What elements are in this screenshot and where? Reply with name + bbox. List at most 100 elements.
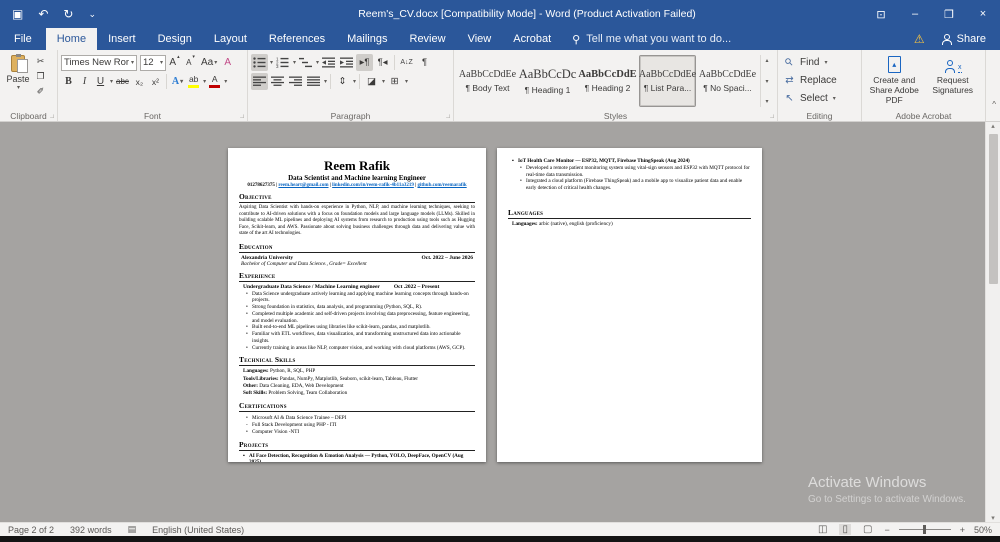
tab-design[interactable]: Design (147, 28, 203, 50)
font-color-dropdown-icon[interactable]: ▾ (224, 78, 227, 85)
close-button[interactable]: × (966, 0, 1000, 28)
cut-icon[interactable]: ✂ (33, 55, 48, 68)
align-center-button[interactable] (269, 73, 286, 90)
scroll-down-icon[interactable]: ▾ (991, 514, 995, 522)
styles-dialog-launcher[interactable]: ∟ (769, 114, 775, 120)
tab-layout[interactable]: Layout (203, 28, 258, 50)
decrease-indent-button[interactable] (320, 54, 337, 71)
font-size-combo[interactable]: 12 ▾ (140, 54, 166, 71)
multilevel-list-button[interactable] (297, 54, 314, 71)
line-spacing-button[interactable]: ⇕ (334, 73, 351, 90)
paragraph-dialog-launcher[interactable]: ∟ (445, 114, 451, 120)
styles-scroll-down-icon[interactable]: ▾ (761, 76, 773, 87)
borders-dropdown-icon[interactable]: ▾ (405, 78, 408, 85)
styles-more-icon[interactable]: ▾ (761, 96, 773, 107)
sort-button[interactable]: A↓Z (398, 54, 415, 71)
font-color-button[interactable]: A (207, 73, 222, 90)
tab-file[interactable]: File (0, 28, 46, 50)
undo-icon[interactable]: ↶ (38, 8, 48, 20)
zoom-level[interactable]: 50% (974, 525, 992, 535)
shading-dropdown-icon[interactable]: ▾ (382, 78, 385, 85)
font-dialog-launcher[interactable]: ∟ (239, 114, 245, 120)
zoom-out-icon[interactable]: − (884, 525, 889, 535)
minimize-button[interactable]: – (898, 0, 932, 28)
clipboard-dialog-launcher[interactable]: ∟ (49, 114, 55, 120)
underline-dropdown-icon[interactable]: ▾ (110, 78, 113, 85)
replace-button[interactable]: ⇄ Replace (781, 71, 858, 89)
style-list-paragraph[interactable]: AaBbCcDdEe ¶ List Para... (639, 55, 696, 107)
tab-references[interactable]: References (258, 28, 336, 50)
paste-dropdown-icon[interactable]: ▾ (17, 84, 20, 91)
borders-button[interactable]: ⊞ (386, 73, 403, 90)
align-right-button[interactable] (287, 73, 304, 90)
email-link[interactable]: reem.heart@gmail.com (278, 183, 328, 188)
numbering-button[interactable]: 123 (274, 54, 291, 71)
github-link[interactable]: github.com/reemarafik (417, 183, 466, 188)
ribbon-display-options-icon[interactable]: ⊡ (864, 0, 898, 28)
clear-formatting-button[interactable]: A (220, 54, 235, 71)
ltr-direction-button[interactable]: ▸¶ (356, 54, 374, 71)
shrink-font-button[interactable]: A ▾ (183, 54, 198, 71)
multilevel-dropdown-icon[interactable]: ▾ (316, 59, 319, 66)
activation-warning-icon[interactable]: ⚠ (904, 28, 935, 50)
style-body-text[interactable]: AaBbCcDdEe ¶ Body Text (459, 55, 516, 107)
tab-acrobat[interactable]: Acrobat (502, 28, 562, 50)
language-indicator[interactable]: English (United States) (152, 525, 244, 535)
justify-button[interactable] (305, 73, 322, 90)
numbering-dropdown-icon[interactable]: ▾ (293, 59, 296, 66)
line-spacing-dropdown-icon[interactable]: ▾ (353, 78, 356, 85)
document-page-1[interactable]: Reem Rafik Data Scientist and Machine le… (228, 148, 486, 462)
grow-font-button[interactable]: A ▴ (167, 54, 182, 71)
text-effects-button[interactable]: A ▾ (170, 73, 185, 90)
tab-review[interactable]: Review (399, 28, 457, 50)
select-button[interactable]: ↖ Select ▾ (781, 89, 858, 107)
shading-button[interactable]: ◪ (363, 73, 380, 90)
tell-me-box[interactable]: ⚲ Tell me what you want to do... (562, 28, 741, 50)
increase-indent-button[interactable] (338, 54, 355, 71)
share-button[interactable]: Share (935, 28, 1000, 50)
vertical-scrollbar[interactable]: ▴ ▾ (985, 122, 1000, 522)
page-indicator[interactable]: Page 2 of 2 (8, 525, 54, 535)
document-page-2[interactable]: ▪ IoT Health Care Monitor — ESP32, MQTT, … (497, 148, 762, 462)
customize-qat-icon[interactable]: ⌄ (88, 9, 96, 19)
subscript-button[interactable]: x₂ (132, 73, 147, 90)
restore-button[interactable]: ❐ (932, 0, 966, 28)
bullets-button[interactable] (251, 54, 268, 71)
read-mode-icon[interactable]: ◫ (815, 524, 830, 535)
windows-taskbar[interactable] (0, 536, 1000, 542)
request-signatures-button[interactable]: x Request Signatures (924, 53, 983, 109)
align-left-button[interactable] (251, 73, 268, 90)
highlight-color-button[interactable]: ab (186, 73, 201, 90)
tab-view[interactable]: View (457, 28, 503, 50)
format-painter-icon[interactable]: ✐ (33, 85, 48, 98)
save-icon[interactable]: ▣ (12, 8, 23, 20)
paste-button[interactable]: Paste ▾ (3, 53, 33, 109)
highlight-dropdown-icon[interactable]: ▾ (203, 78, 206, 85)
find-button[interactable]: ⚲ Find ▾ (781, 53, 858, 71)
linkedin-link[interactable]: linkedin.com/in/reem-rafik-4b11a3219 (332, 183, 414, 188)
tab-mailings[interactable]: Mailings (336, 28, 398, 50)
style-no-spacing[interactable]: AaBbCcDdEe ¶ No Spaci... (699, 55, 756, 107)
font-name-combo[interactable]: Times New Ror ▾ (61, 54, 137, 71)
style-heading-1[interactable]: AaBbCcDc ¶ Heading 1 (519, 55, 577, 107)
styles-scroll-up-icon[interactable]: ▴ (761, 55, 773, 66)
zoom-in-icon[interactable]: + (960, 525, 965, 535)
show-hide-pilcrow-button[interactable]: ¶ (416, 54, 433, 71)
zoom-slider-thumb[interactable] (922, 525, 926, 534)
bold-button[interactable]: B (61, 73, 76, 90)
collapse-ribbon-icon[interactable]: ^ (992, 100, 996, 109)
tab-home[interactable]: Home (45, 28, 98, 50)
superscript-button[interactable]: x² (148, 73, 163, 90)
copy-icon[interactable]: ❐ (33, 70, 48, 83)
create-share-pdf-button[interactable]: ▴ Create and Share Adobe PDF (865, 53, 924, 109)
zoom-slider[interactable] (898, 525, 951, 534)
rtl-direction-button[interactable]: ¶◂ (374, 54, 391, 71)
strikethrough-button[interactable]: abc (114, 73, 131, 90)
redo-icon[interactable]: ↻ (63, 8, 73, 20)
tab-insert[interactable]: Insert (97, 28, 147, 50)
justify-dropdown-icon[interactable]: ▾ (324, 78, 327, 85)
proofing-icon[interactable]: ▤ (128, 524, 137, 535)
bullets-dropdown-icon[interactable]: ▾ (270, 59, 273, 66)
scroll-up-icon[interactable]: ▴ (991, 122, 995, 130)
italic-button[interactable]: I (77, 73, 92, 90)
